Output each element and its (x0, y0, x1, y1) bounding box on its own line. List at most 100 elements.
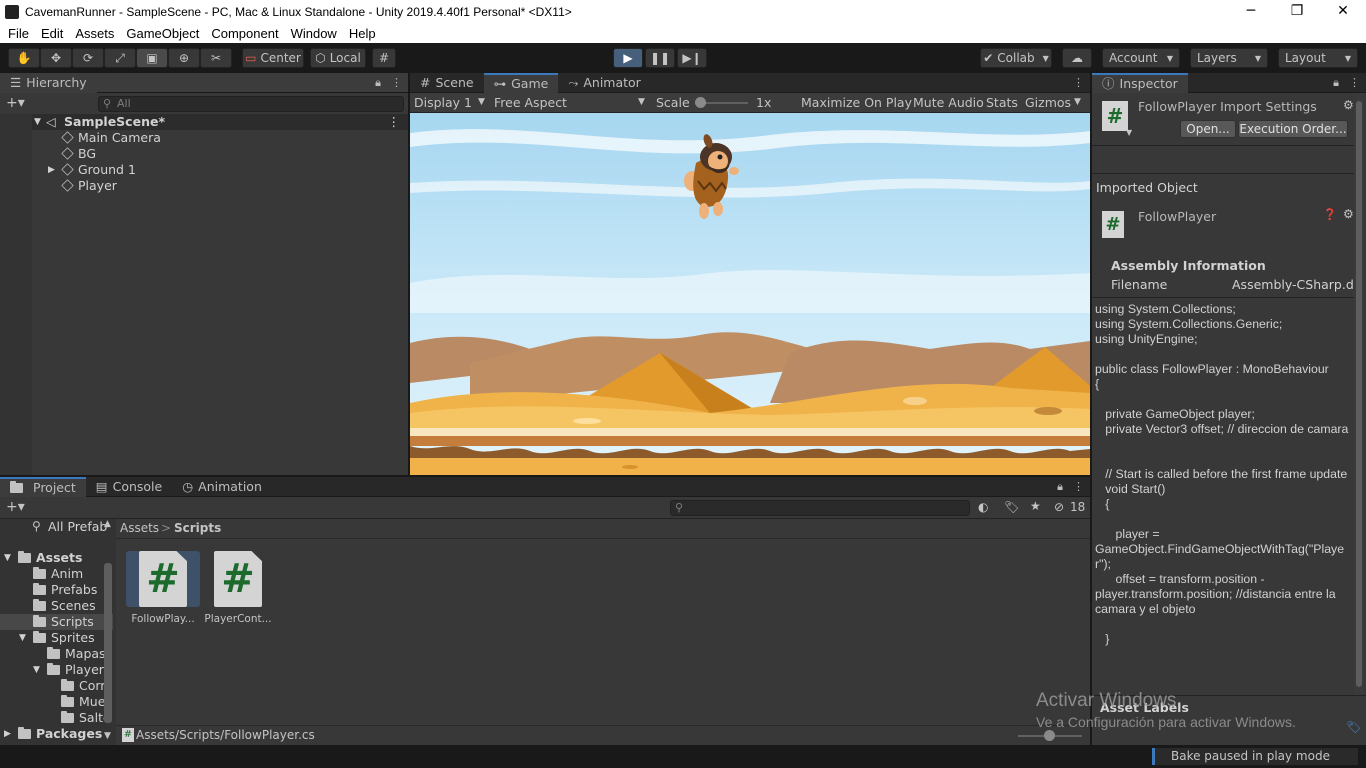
custom-tool-icon[interactable]: ✂ (200, 48, 232, 68)
lock-icon[interactable]: 🔒︎ (1333, 76, 1339, 90)
gizmos-toggle[interactable]: Gizmos (1025, 95, 1071, 110)
project-search-input[interactable]: ⚲ (670, 500, 970, 516)
scale-slider-thumb[interactable] (695, 97, 706, 108)
inspector-scrollbar[interactable] (1354, 93, 1364, 695)
tab-animation[interactable]: ◷ Animation (172, 477, 272, 497)
tag-icon[interactable]: 🏷︎ (1346, 720, 1361, 734)
step-button[interactable]: ▶❙ (677, 48, 707, 68)
menu-edit[interactable]: Edit (36, 26, 70, 41)
grid-snap-icon[interactable]: # (372, 48, 396, 68)
hierarchy-search-input[interactable]: ⚲ All (98, 96, 404, 112)
tree-item-salto[interactable]: Salto (0, 710, 113, 726)
hidden-packages-icon[interactable]: ⊘ (1054, 500, 1064, 514)
favorites-star-icon[interactable]: ★ (1030, 499, 1041, 513)
expand-arrow-icon[interactable]: ▶ (48, 162, 55, 178)
kebab-menu-icon[interactable]: ⋮ (1349, 76, 1360, 90)
tree-item-prefabs[interactable]: Prefabs (0, 582, 113, 598)
breadcrumb-assets[interactable]: Assets (120, 521, 159, 535)
lock-icon[interactable]: 🔒︎ (375, 76, 381, 90)
help-icon[interactable]: ❓ (1323, 208, 1337, 221)
tree-item-packages[interactable]: ▶ Packages (0, 726, 113, 742)
asset-playercontroller[interactable]: # PlayerCont... (201, 551, 275, 625)
menu-window[interactable]: Window (286, 26, 344, 41)
scene-row[interactable]: ▼ ◁ SampleScene* ⋮ (0, 114, 408, 130)
asset-followplayer[interactable]: # FollowPlay... (126, 551, 200, 625)
create-plus-icon[interactable]: +▾ (6, 95, 25, 111)
scene-menu-icon[interactable]: ⋮ (388, 114, 401, 130)
menu-file[interactable]: File (3, 26, 36, 41)
minimize-button[interactable]: ─ (1228, 0, 1274, 23)
scrollbar-thumb[interactable] (1356, 101, 1362, 687)
gear-icon[interactable]: ⚙ (1343, 98, 1354, 112)
maximize-on-play-toggle[interactable]: Maximize On Play (801, 95, 912, 110)
rotate-tool-icon[interactable]: ⟳ (72, 48, 104, 68)
tab-scene[interactable]: # Scene (410, 73, 484, 93)
tab-project[interactable]: Project (0, 477, 86, 497)
stats-toggle[interactable]: Stats (986, 95, 1018, 110)
move-tool-icon[interactable]: ✥ (40, 48, 72, 68)
tab-console[interactable]: ▤ Console (86, 477, 172, 497)
create-plus-icon[interactable]: +▾ (6, 499, 25, 515)
hierarchy-item[interactable]: Main Camera (0, 130, 408, 146)
chevron-down-icon[interactable]: ▼ (1074, 97, 1081, 107)
layers-dropdown[interactable]: Layers ▼ (1190, 48, 1268, 68)
lock-icon[interactable]: 🔒︎ (1057, 480, 1063, 494)
tree-item-scripts[interactable]: Scripts (0, 614, 113, 630)
hand-tool-icon[interactable]: ✋ (8, 48, 40, 68)
scale-tool-icon[interactable]: ⤢ (104, 48, 136, 68)
maximize-button[interactable]: ❐ (1274, 0, 1320, 23)
tree-item-corr[interactable]: Corr (0, 678, 113, 694)
collab-button[interactable]: ✔ Collab ▼ (980, 48, 1052, 68)
hierarchy-item[interactable]: Player (0, 178, 408, 194)
kebab-menu-icon[interactable]: ⋮ (1073, 76, 1084, 89)
display-dropdown[interactable]: Display 1 (414, 95, 472, 110)
filter-label-icon[interactable]: 🏷︎ (1004, 500, 1019, 514)
hierarchy-item[interactable]: ▶ Ground 1 (0, 162, 408, 178)
transform-tool-icon[interactable]: ⊕ (168, 48, 200, 68)
hierarchy-item[interactable]: BG (0, 146, 408, 162)
tree-item-assets[interactable]: ▼ Assets (0, 550, 113, 566)
play-button[interactable]: ▶ (613, 48, 643, 68)
tab-inspector[interactable]: ⓘ Inspector (1092, 73, 1188, 93)
close-button[interactable]: ✕ (1320, 0, 1366, 23)
kebab-menu-icon[interactable]: ⋮ (1073, 480, 1084, 494)
unity-logo-icon (5, 4, 19, 19)
tree-item-anim[interactable]: Anim (0, 566, 113, 582)
execution-order-button[interactable]: Execution Order... (1238, 120, 1348, 138)
tree-item-player[interactable]: ▼ Player (0, 662, 113, 678)
breadcrumb-scripts[interactable]: Scripts (174, 521, 221, 535)
tree-item-mue[interactable]: Mue (0, 694, 113, 710)
chevron-down-icon[interactable]: ▼ (1126, 128, 1132, 137)
pivot-center-button[interactable]: ▭ Center (242, 48, 304, 68)
tab-animator[interactable]: ⤳ Animator (558, 73, 651, 93)
menu-assets[interactable]: Assets (70, 26, 121, 41)
filter-type-icon[interactable]: ◐ (978, 500, 988, 514)
tab-hierarchy[interactable]: ☰ Hierarchy (0, 73, 97, 93)
rect-tool-icon[interactable]: ▣ (136, 48, 168, 68)
cloud-icon[interactable]: ☁ (1062, 48, 1092, 68)
expand-arrow-icon[interactable]: ▼ (34, 114, 41, 130)
pause-button[interactable]: ❚❚ (645, 48, 675, 68)
tree-scrollbar-thumb[interactable] (104, 563, 112, 723)
account-dropdown[interactable]: Account ▼ (1102, 48, 1180, 68)
script-preview: using System.Collections; using System.C… (1095, 302, 1349, 646)
menu-gameobject[interactable]: GameObject (121, 26, 206, 41)
menu-component[interactable]: Component (206, 26, 285, 41)
menu-help[interactable]: Help (344, 26, 383, 41)
mute-audio-toggle[interactable]: Mute Audio (913, 95, 984, 110)
gear-icon[interactable]: ⚙ (1343, 207, 1354, 221)
grid-icon: # (420, 75, 431, 90)
tree-item-scenes[interactable]: Scenes (0, 598, 113, 614)
tab-game[interactable]: ⊶ Game (483, 73, 559, 93)
kebab-menu-icon[interactable]: ⋮ (391, 76, 402, 90)
scroll-down-icon[interactable]: ▼ (104, 731, 111, 741)
icon-size-slider-thumb[interactable] (1044, 730, 1055, 741)
tree-item-sprites[interactable]: ▼ Sprites (0, 630, 113, 646)
pivot-local-button[interactable]: ⬡ Local (310, 48, 366, 68)
game-canvas[interactable] (410, 113, 1090, 475)
open-button[interactable]: Open... (1180, 120, 1236, 138)
tree-item-mapas[interactable]: Mapas (0, 646, 113, 662)
aspect-dropdown[interactable]: Free Aspect (494, 95, 567, 110)
layout-dropdown[interactable]: Layout ▼ (1278, 48, 1358, 68)
scroll-up-icon[interactable]: ▲ (104, 519, 111, 529)
